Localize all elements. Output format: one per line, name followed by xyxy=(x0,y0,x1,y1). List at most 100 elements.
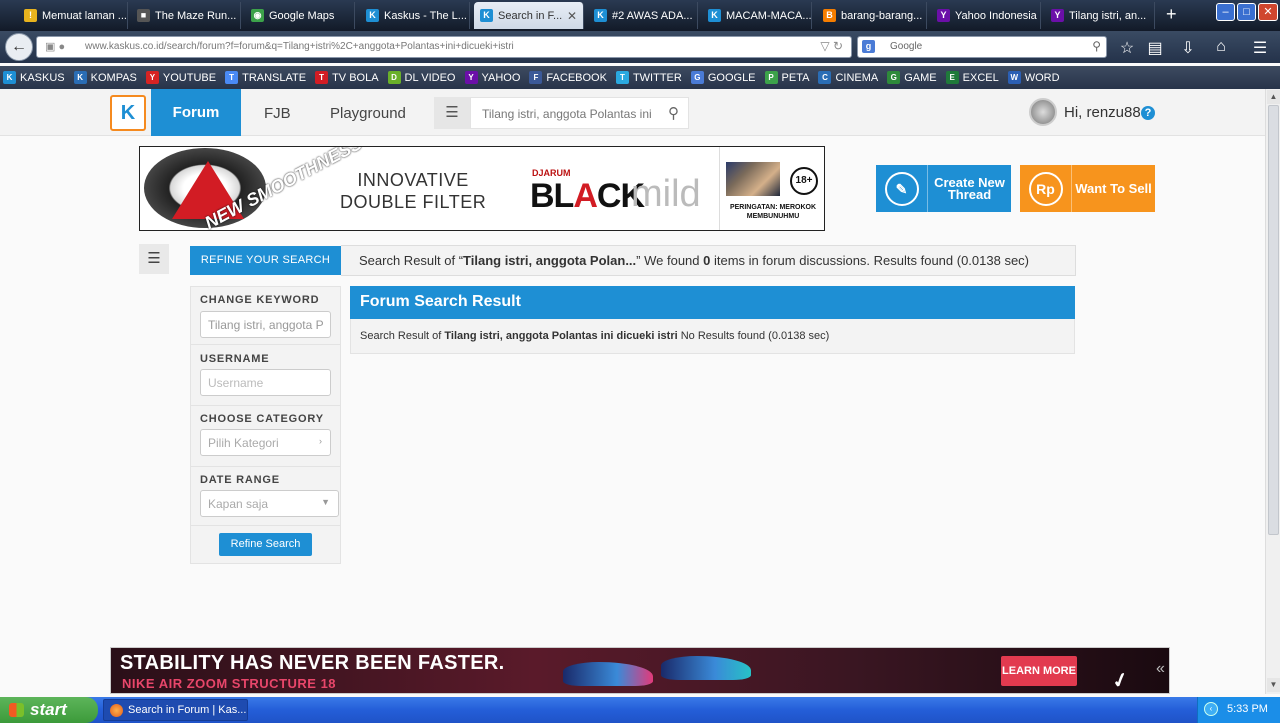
start-button[interactable]: start xyxy=(0,697,98,723)
close-window-button[interactable]: ✕ xyxy=(1258,3,1278,21)
bookmark-youtube[interactable]: Y YOUTUBE xyxy=(145,71,216,84)
ad-warning-photo xyxy=(726,162,780,196)
nav-forum[interactable]: Forum xyxy=(151,89,241,136)
create-thread-button[interactable]: ✎ Create New Thread xyxy=(876,165,1011,212)
new-tab-button[interactable]: + xyxy=(1166,4,1186,25)
bookmark-facebook[interactable]: F FACEBOOK xyxy=(529,71,607,84)
tab-5[interactable]: K Search in F... ✕ xyxy=(474,2,584,29)
bookmark-kompas[interactable]: K KOMPAS xyxy=(73,71,137,84)
tab-7[interactable]: K MACAM-MACA... xyxy=(702,2,812,29)
yahoo-icon: Y xyxy=(937,9,950,22)
nav-fjb[interactable]: FJB xyxy=(264,89,291,136)
bookmark-twitter[interactable]: T TWITTER xyxy=(615,71,682,84)
tab-6[interactable]: K #2 AWAS ADA... xyxy=(588,2,698,29)
tab-label: #2 AWAS ADA... xyxy=(612,9,693,22)
reload-icon[interactable]: ▽ ↻ xyxy=(820,39,843,53)
learn-more-button[interactable]: LEARN MORE xyxy=(1001,656,1077,686)
ad-brand-mild: mild xyxy=(631,173,701,215)
maximize-button[interactable]: □ xyxy=(1237,3,1256,21)
bookmark-game[interactable]: G GAME xyxy=(887,71,937,84)
ad-banner-top[interactable]: NEW SMOOTHNESS INNOVATIVE DOUBLE FILTER … xyxy=(139,146,825,231)
tab-4[interactable]: K Kaskus - The L... xyxy=(360,2,470,29)
category-select[interactable]: Pilih Kategori › xyxy=(200,429,331,456)
yahoo-icon: Y xyxy=(1051,9,1064,22)
taskbar-item-browser[interactable]: Search in Forum | Kas... xyxy=(103,699,248,721)
back-button[interactable]: ← xyxy=(5,33,33,61)
bookmark-google[interactable]: G GOOGLE xyxy=(690,71,756,84)
date-range-select[interactable]: Kapan saja ▼ xyxy=(200,490,339,517)
browser-search-box[interactable]: g Google ⚲ xyxy=(857,36,1107,58)
tab-8[interactable]: Bbarang-barang... xyxy=(817,2,927,29)
bookmark-peta[interactable]: P PETA xyxy=(764,71,809,84)
bookmark-cinema[interactable]: C CINEMA xyxy=(818,71,878,84)
change-keyword-label: CHANGE KEYWORD xyxy=(200,294,320,306)
ad-warning-panel: 18+ PERINGATAN: MEROKOK MEMBUNUHMU xyxy=(719,147,824,230)
shoe-image xyxy=(563,662,653,686)
tab-10[interactable]: Y Tilang istri, an... xyxy=(1045,2,1155,29)
scroll-up-icon[interactable]: ▲ xyxy=(1267,90,1280,104)
user-greeting[interactable]: Hi, renzu88 xyxy=(1064,104,1141,121)
bookmark-label: GOOGLE xyxy=(707,71,756,84)
site-search-input[interactable]: Tilang istri, anggota Polantas ini ⚲ xyxy=(470,97,689,129)
download-icon[interactable]: ⇩ xyxy=(1178,38,1198,58)
category-section: CHOOSE CATEGORY Pilih Kategori › xyxy=(191,407,340,467)
bookmark-yahoo[interactable]: Y YAHOO xyxy=(464,71,521,84)
google-icon: G xyxy=(690,71,704,84)
search-icon[interactable]: ⚲ xyxy=(668,104,679,122)
bookmark-translate[interactable]: T TRANSLATE xyxy=(225,71,306,84)
want-to-sell-button[interactable]: Rp Want To Sell xyxy=(1020,165,1155,212)
ad-headline-line2: DOUBLE FILTER xyxy=(340,192,487,212)
forum-result-body: Search Result of Tilang istri, anggota P… xyxy=(350,319,1075,354)
tab-2[interactable]: ■ The Maze Run... xyxy=(131,2,241,29)
bookmark-excel[interactable]: E EXCEL xyxy=(945,71,999,84)
kaskus-icon: K xyxy=(3,71,16,84)
tab-label: Google Maps xyxy=(269,9,335,22)
kaskus-logo-icon[interactable]: K xyxy=(110,95,146,131)
close-tab-icon[interactable]: ✕ xyxy=(567,9,577,23)
scrollbar-thumb[interactable] xyxy=(1268,105,1279,535)
tab-label: Search in F... xyxy=(498,9,563,22)
bookmark-label: KOMPAS xyxy=(90,71,137,84)
translate-icon: T xyxy=(225,71,239,84)
username-input[interactable]: Username xyxy=(200,369,331,396)
tab-3[interactable]: ◉ Google Maps xyxy=(245,2,355,29)
bookmark-tv-bola[interactable]: T TV BOLA xyxy=(315,71,379,84)
tvbola-icon: T xyxy=(315,71,329,84)
tab-9[interactable]: Y Yahoo Indonesia xyxy=(931,2,1041,29)
yahoo-icon: Y xyxy=(464,71,478,84)
bookmark-label: FACEBOOK xyxy=(546,71,607,84)
bookmark-label: YAHOO xyxy=(481,71,521,84)
ad-bottom-headline: STABILITY HAS NEVER BEEN FASTER. xyxy=(120,652,505,674)
refine-search-button[interactable]: Refine Search xyxy=(219,533,312,556)
url-bar[interactable]: ▣ ● www.kaskus.co.id/search/forum?f=foru… xyxy=(36,36,852,58)
keyword-input[interactable]: Tilang istri, anggota P xyxy=(200,311,331,338)
refine-search-header[interactable]: REFINE YOUR SEARCH xyxy=(190,246,341,275)
reading-list-icon[interactable]: ▤ xyxy=(1145,38,1165,58)
help-icon[interactable]: ? xyxy=(1141,106,1155,120)
bookmark-kaskus[interactable]: K KASKUS xyxy=(3,71,65,84)
menu-icon[interactable]: ☰ xyxy=(1250,38,1270,58)
collapse-ad-icon[interactable]: « xyxy=(1156,660,1165,678)
minimize-button[interactable]: – xyxy=(1216,3,1235,21)
ad-banner-bottom[interactable]: STABILITY HAS NEVER BEEN FASTER. NIKE AI… xyxy=(110,647,1170,694)
search-icon[interactable]: ⚲ xyxy=(1092,39,1101,53)
home-icon[interactable]: ⌂ xyxy=(1211,38,1231,56)
tray-arrow-icon[interactable]: ‹ xyxy=(1204,702,1218,716)
avatar[interactable] xyxy=(1029,98,1057,126)
bookmark-word[interactable]: W WORD xyxy=(1007,71,1060,84)
username-label: USERNAME xyxy=(200,353,270,365)
tab-1[interactable]: ! Memuat laman ... xyxy=(18,2,128,29)
scroll-down-icon[interactable]: ▼ xyxy=(1267,678,1280,692)
nav-playground[interactable]: Playground xyxy=(330,89,406,136)
list-toggle-icon[interactable]: ☰ xyxy=(139,244,169,274)
maps-icon: ◉ xyxy=(251,9,264,22)
bookmark-dl-video[interactable]: D DL VIDEO xyxy=(387,71,456,84)
ad-headline: INNOVATIVE DOUBLE FILTER xyxy=(340,169,486,213)
word-icon: W xyxy=(1007,71,1021,84)
star-icon[interactable]: ☆ xyxy=(1117,38,1137,58)
maps-icon: P xyxy=(764,71,778,84)
search-filter-list-icon[interactable]: ☰ xyxy=(434,97,470,129)
page-scrollbar[interactable]: ▲ ▼ xyxy=(1265,89,1280,694)
tab-label: Memuat laman ... xyxy=(42,9,127,22)
kaskus-icon: K xyxy=(708,9,721,22)
